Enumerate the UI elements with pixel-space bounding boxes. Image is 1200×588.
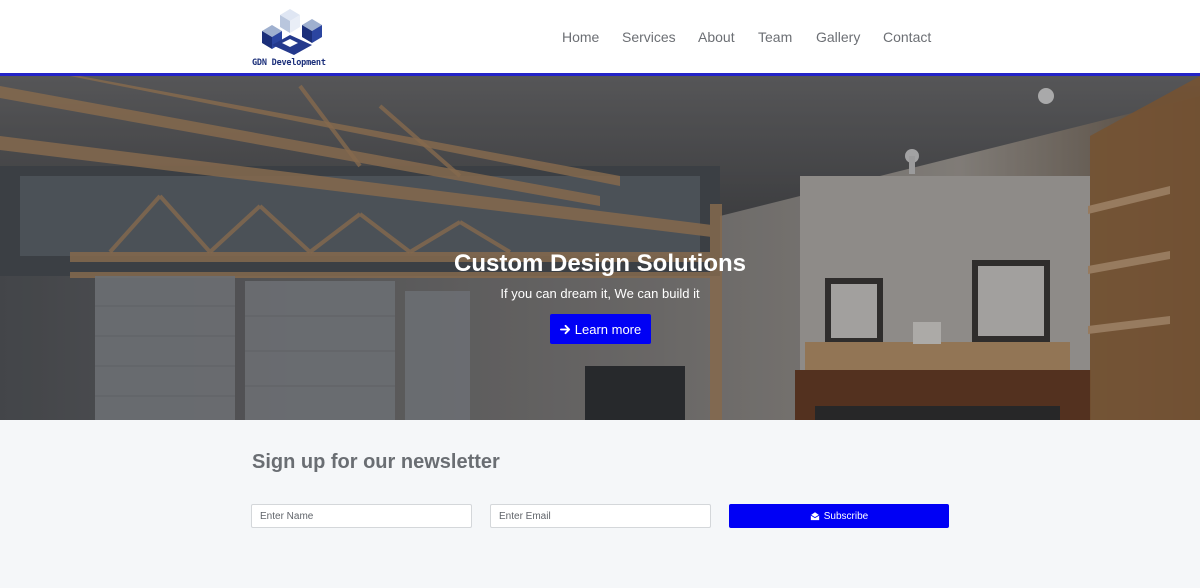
newsletter-title: Sign up for our newsletter: [252, 451, 500, 473]
email-input[interactable]: [490, 504, 711, 528]
subscribe-button[interactable]: Subscribe: [729, 504, 949, 528]
hero-overlay: [0, 76, 1200, 420]
learn-more-button[interactable]: Learn more: [550, 314, 651, 344]
envelope-open-icon: [810, 512, 820, 521]
nav-item-team[interactable]: Team: [758, 29, 792, 45]
main-nav: Home Services About Team Gallery Contact: [0, 29, 1200, 49]
subscribe-label: Subscribe: [823, 510, 869, 522]
hero-title: Custom Design Solutions: [453, 250, 746, 277]
learn-more-label: Learn more: [574, 321, 642, 337]
nav-item-home[interactable]: Home: [562, 29, 599, 45]
nav-item-contact[interactable]: Contact: [883, 29, 931, 45]
nav-item-about[interactable]: About: [698, 29, 735, 45]
arrow-right-icon: [559, 324, 570, 334]
hero-banner: Custom Design Solutions If you can dream…: [0, 76, 1200, 420]
brand-name: GDN Development: [252, 58, 326, 68]
nav-item-services[interactable]: Services: [622, 29, 676, 45]
site-header: GDN Development Home Services About Team…: [0, 0, 1200, 76]
nav-item-gallery[interactable]: Gallery: [816, 29, 860, 45]
name-input[interactable]: [251, 504, 472, 528]
hero-subtitle: If you can dream it, We can build it: [500, 286, 700, 301]
